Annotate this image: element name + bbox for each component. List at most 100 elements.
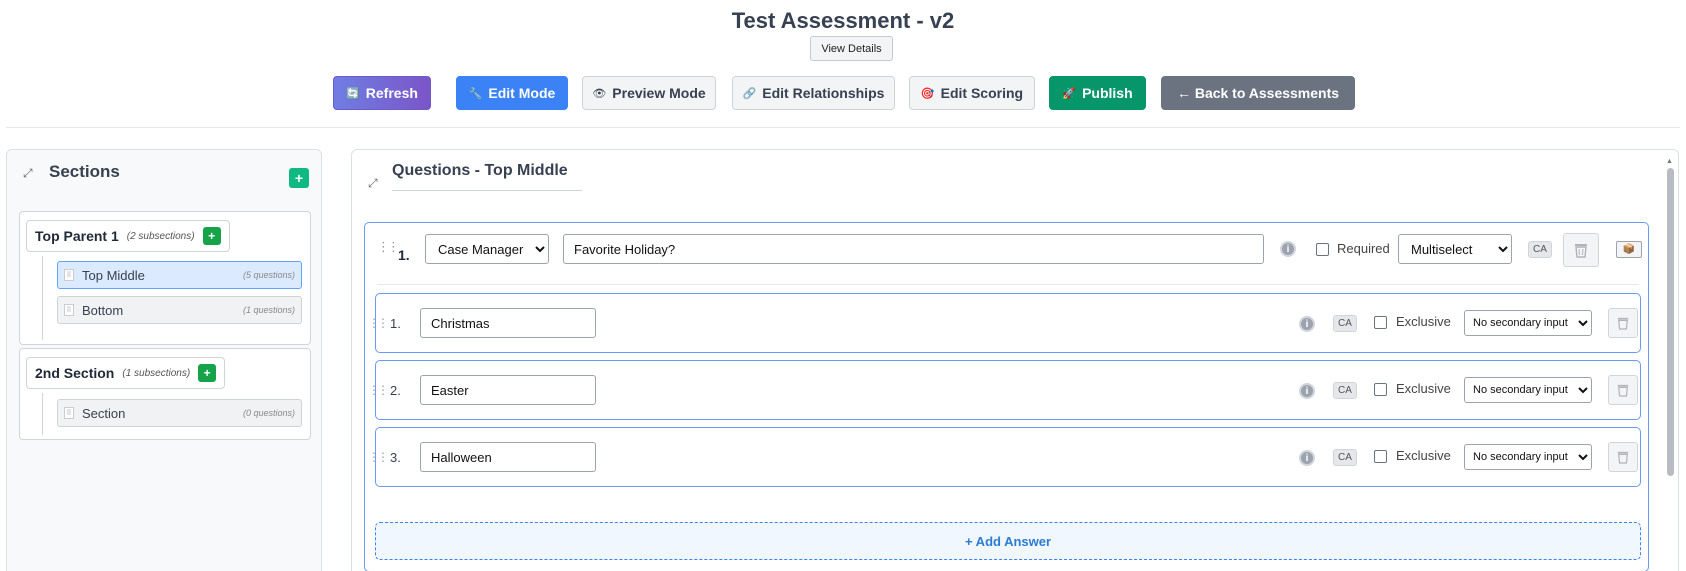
section-group: Top Parent 1 (2 subsections) + ⠿ Top Mid… bbox=[19, 211, 311, 345]
subsection-name: Top Middle bbox=[82, 267, 145, 283]
edit-relationships-button[interactable]: 🔗 Edit Relationships bbox=[732, 76, 895, 110]
subsection-item-bottom[interactable]: ⠿ Bottom (1 questions) bbox=[57, 296, 302, 324]
subsection-item-section[interactable]: ⠿ Section (0 questions) bbox=[57, 399, 302, 427]
role-select[interactable]: Case Manager bbox=[425, 234, 549, 264]
publish-button[interactable]: 🚀 Publish bbox=[1049, 76, 1146, 110]
section-group: 2nd Section (1 subsections) + ⠿ Section … bbox=[19, 348, 311, 440]
ca-badge[interactable]: CA bbox=[1333, 315, 1357, 332]
header-divider bbox=[6, 127, 1680, 128]
subsection-name: Bottom bbox=[82, 302, 124, 318]
secondary-input-select[interactable]: No secondary input bbox=[1464, 444, 1592, 470]
back-to-assessments-button[interactable]: ← Back to Assessments bbox=[1161, 76, 1355, 110]
trash-icon bbox=[1617, 317, 1629, 330]
trash-icon bbox=[1617, 451, 1629, 464]
rocket-icon: 🚀 bbox=[1062, 87, 1077, 100]
edit-scoring-button[interactable]: 🎯 Edit Scoring bbox=[909, 76, 1035, 110]
scroll-up-icon[interactable]: ▲ bbox=[1666, 158, 1673, 165]
add-subsection-button[interactable]: + bbox=[202, 227, 221, 245]
drag-handle-icon[interactable]: ⠿ bbox=[64, 407, 74, 419]
parent-section-top-parent-1[interactable]: Top Parent 1 (2 subsections) + bbox=[26, 220, 230, 252]
view-details-button[interactable]: View Details bbox=[810, 36, 893, 61]
ca-badge[interactable]: CA bbox=[1528, 241, 1552, 258]
exclusive-checkbox[interactable] bbox=[1374, 383, 1387, 396]
wrench-icon: 🔧 bbox=[468, 87, 483, 100]
edit-mode-button[interactable]: 🔧 Edit Mode bbox=[456, 76, 568, 110]
exclusive-label: Exclusive bbox=[1396, 314, 1451, 329]
required-checkbox[interactable] bbox=[1316, 243, 1329, 256]
delete-answer-button[interactable] bbox=[1608, 308, 1638, 338]
secondary-input-select[interactable]: No secondary input bbox=[1464, 377, 1592, 403]
refresh-button[interactable]: 🔄 Refresh bbox=[333, 76, 431, 110]
delete-answer-button[interactable] bbox=[1608, 442, 1638, 472]
toolbar: 🔄 Refresh 🔧 Edit Mode 👁 Preview Mode 🔗 Edit … bbox=[0, 76, 1686, 112]
info-icon[interactable]: i bbox=[1299, 383, 1315, 399]
scroll-thumb[interactable] bbox=[1667, 168, 1674, 476]
expand-icon[interactable]: ⤢ bbox=[368, 176, 378, 191]
parent-section-name: Top Parent 1 bbox=[35, 228, 119, 244]
info-icon[interactable]: i bbox=[1280, 241, 1296, 257]
drag-handle-icon[interactable]: ⋮⋮ bbox=[368, 316, 389, 330]
sections-title: Sections bbox=[49, 162, 120, 181]
ca-badge[interactable]: CA bbox=[1333, 382, 1357, 399]
answer-number: 1. bbox=[390, 316, 401, 331]
question-count: (5 questions) bbox=[242, 270, 295, 280]
subsection-item-top-middle[interactable]: ⠿ Top Middle (5 questions) bbox=[57, 261, 302, 289]
question-count: (0 questions) bbox=[242, 408, 295, 418]
answer-text-input[interactable] bbox=[420, 375, 596, 405]
question-number: 1. bbox=[398, 247, 410, 263]
required-label: Required bbox=[1337, 241, 1390, 256]
exclusive-label: Exclusive bbox=[1396, 448, 1451, 463]
question-type-select[interactable]: Multiselect bbox=[1398, 234, 1512, 264]
publish-label: Publish bbox=[1082, 85, 1133, 101]
refresh-icon: 🔄 bbox=[346, 87, 360, 100]
delete-answer-button[interactable] bbox=[1608, 375, 1638, 405]
edit-relationships-label: Edit Relationships bbox=[762, 85, 885, 101]
delete-question-button[interactable] bbox=[1563, 233, 1599, 267]
refresh-label: Refresh bbox=[365, 85, 418, 101]
subsection-name: Section bbox=[82, 405, 126, 421]
question-divider bbox=[377, 284, 1639, 285]
drag-handle-icon[interactable]: ⋮⋮ bbox=[368, 450, 389, 464]
question-count: (1 questions) bbox=[242, 305, 295, 315]
info-icon[interactable]: i bbox=[1299, 450, 1315, 466]
link-icon: 🔗 bbox=[742, 87, 757, 100]
answer-number: 3. bbox=[390, 450, 401, 465]
answer-row: ⋮⋮ 2. i CA Exclusive No secondary input bbox=[368, 360, 1641, 420]
subsection-count: (2 subsections) bbox=[126, 230, 195, 242]
eye-icon: 👁 bbox=[592, 87, 607, 100]
exclusive-checkbox[interactable] bbox=[1374, 450, 1387, 463]
package-icon[interactable]: 📦 bbox=[1616, 241, 1642, 258]
trash-icon bbox=[1617, 384, 1629, 397]
target-icon: 🎯 bbox=[920, 87, 935, 100]
sections-panel: ⤢ Sections + Top Parent 1 (2 subsections… bbox=[6, 149, 322, 571]
questions-panel: ⤢ Questions - Top Middle ▲ ⋮⋮ 1. Case Ma… bbox=[351, 149, 1679, 571]
answer-text-input[interactable] bbox=[420, 442, 596, 472]
answer-number: 2. bbox=[390, 383, 401, 398]
tree-line bbox=[42, 256, 43, 340]
add-answer-button[interactable]: + Add Answer bbox=[375, 522, 1641, 560]
secondary-input-select[interactable]: No secondary input bbox=[1464, 310, 1592, 336]
drag-handle-icon[interactable]: ⋮⋮ bbox=[368, 383, 389, 397]
edit-mode-label: Edit Mode bbox=[488, 85, 556, 101]
question-card: ⋮⋮ 1. Case Manager i Required Multiselec… bbox=[364, 222, 1649, 571]
tree-line bbox=[42, 393, 43, 435]
add-section-button[interactable]: + bbox=[289, 168, 309, 188]
edit-scoring-label: Edit Scoring bbox=[940, 85, 1024, 101]
expand-icon[interactable]: ⤢ bbox=[23, 166, 33, 181]
drag-handle-icon[interactable]: ⠿ bbox=[64, 304, 74, 316]
header: Test Assessment - v2 View Details 🔄 Refre… bbox=[0, 0, 1686, 128]
question-text-input[interactable] bbox=[563, 234, 1264, 264]
drag-handle-icon[interactable]: ⠿ bbox=[64, 269, 74, 281]
scrollbar[interactable]: ▲ bbox=[1664, 158, 1676, 571]
drag-handle-icon[interactable]: ⋮⋮ bbox=[377, 239, 400, 255]
info-icon[interactable]: i bbox=[1299, 316, 1315, 332]
parent-section-2nd-section[interactable]: 2nd Section (1 subsections) + bbox=[26, 357, 226, 389]
exclusive-checkbox[interactable] bbox=[1374, 316, 1387, 329]
subsection-count: (1 subsections) bbox=[122, 367, 191, 379]
trash-icon bbox=[1575, 244, 1587, 258]
preview-mode-button[interactable]: 👁 Preview Mode bbox=[582, 76, 716, 110]
preview-mode-label: Preview Mode bbox=[612, 85, 706, 101]
answer-text-input[interactable] bbox=[420, 308, 596, 338]
ca-badge[interactable]: CA bbox=[1333, 449, 1357, 466]
add-subsection-button[interactable]: + bbox=[198, 364, 217, 382]
